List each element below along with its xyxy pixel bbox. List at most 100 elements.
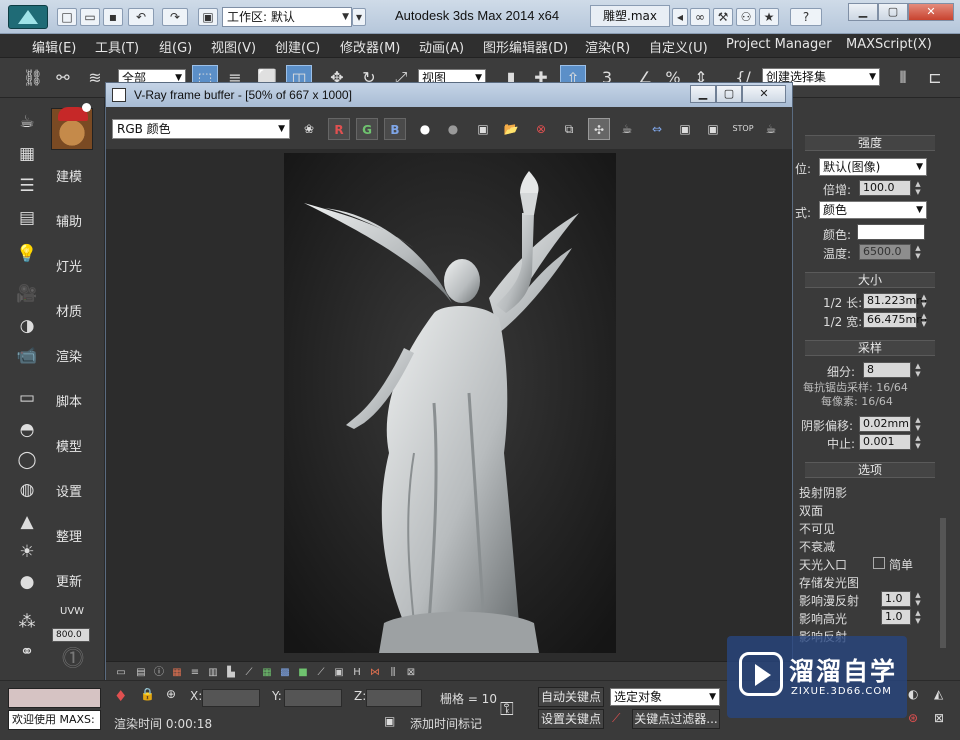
sun-icon[interactable]: ☀ xyxy=(14,540,40,564)
menu-graph-editors[interactable]: 图形编辑器(D) xyxy=(483,37,568,56)
option-affect-specular[interactable]: 影响高光 xyxy=(799,610,847,627)
plane-light-icon[interactable]: ▭ xyxy=(14,386,40,410)
stop-render-icon[interactable]: STOP xyxy=(732,118,754,140)
ambient-light-icon[interactable]: ● xyxy=(14,570,40,594)
spinner-icon[interactable]: ▲ ▼ xyxy=(913,434,923,450)
color-correction-icon[interactable]: ▦ xyxy=(170,666,184,680)
sphere-half-icon[interactable]: ◑ xyxy=(14,314,40,338)
mode-dropdown[interactable]: 颜色 ▼ xyxy=(819,201,927,219)
app-logo-icon[interactable] xyxy=(8,5,48,29)
spinner-icon[interactable]: ▲ ▼ xyxy=(913,244,923,260)
list-icon[interactable]: ☰ xyxy=(14,174,40,198)
option-affect-diffuse[interactable]: 影响漫反射 xyxy=(799,592,859,609)
link-icon[interactable]: ⛓ xyxy=(20,65,46,91)
key-filters-button[interactable]: 关键点过滤器... xyxy=(632,709,720,729)
menu-customize[interactable]: 自定义(U) xyxy=(649,37,708,56)
temperature-field[interactable]: 6500.0 xyxy=(859,244,911,260)
option-double-sided[interactable]: 双面 xyxy=(799,502,823,519)
render-region-icon[interactable]: ▣ xyxy=(674,118,696,140)
option-no-decay[interactable]: 不衰减 xyxy=(799,538,835,555)
video-camera-icon[interactable]: 📹 xyxy=(14,344,40,368)
spinner-icon[interactable]: ▲ ▼ xyxy=(913,180,923,196)
scroll-left-icon[interactable]: ◂ xyxy=(672,8,688,26)
vfb-maximize-button[interactable]: ▢ xyxy=(716,85,742,103)
alpha-white-icon[interactable]: ● xyxy=(414,118,436,140)
save-image-icon[interactable]: ▣ xyxy=(472,118,494,140)
background-image-icon[interactable]: ▩ xyxy=(278,666,292,680)
shadow-bias-field[interactable]: 0.02mm xyxy=(859,416,911,432)
srgb-icon[interactable]: ■ xyxy=(296,666,310,680)
binoculars-icon[interactable]: ∞ xyxy=(690,8,710,26)
panel-scrollbar[interactable] xyxy=(940,518,946,648)
grid-icon[interactable]: ▤ xyxy=(14,206,40,230)
affect-diffuse-field[interactable]: 1.0 xyxy=(881,591,911,607)
cutoff-field[interactable]: 0.001 xyxy=(859,434,911,450)
orbit-icon[interactable]: ◐ xyxy=(908,687,918,701)
monochrome-icon[interactable]: ● xyxy=(442,118,464,140)
key-icon[interactable]: ⚿ xyxy=(500,699,514,720)
spinner-icon[interactable]: ▲ ▼ xyxy=(913,416,923,432)
maximize-button[interactable]: ▢ xyxy=(878,3,908,21)
curve-icon[interactable]: ⟋ xyxy=(242,666,256,680)
welcome-text[interactable]: 欢迎使用 MAXS: xyxy=(8,710,101,730)
left-button-render[interactable]: 渲染 xyxy=(56,346,88,366)
render-region-teapot-icon[interactable]: ☕ xyxy=(616,118,638,140)
mesh-light-icon[interactable]: ◍ xyxy=(14,478,40,502)
dome-light-icon[interactable]: ◓ xyxy=(14,418,40,442)
compare-icon[interactable]: ⫼ xyxy=(386,666,400,680)
left-button-lights[interactable]: 灯光 xyxy=(56,256,88,276)
file-tab[interactable]: 雕塑.max xyxy=(590,5,670,27)
subdivs-field[interactable]: 8 xyxy=(863,362,911,378)
simple-checkbox[interactable] xyxy=(873,557,885,569)
y-coordinate-field[interactable] xyxy=(284,689,342,707)
help-button[interactable]: ? xyxy=(790,8,822,26)
spinner-icon[interactable]: ▲ ▼ xyxy=(913,609,923,625)
align-icon[interactable]: ⊏ xyxy=(922,65,948,91)
molecule-icon[interactable]: ⚭ xyxy=(14,640,40,664)
lock-icon[interactable]: 🔒 xyxy=(140,687,155,701)
green-channel-button[interactable]: G xyxy=(356,118,378,140)
teapot-icon[interactable]: ☕ xyxy=(14,110,40,134)
menu-views[interactable]: 视图(V) xyxy=(211,37,256,56)
histogram-icon[interactable]: ▙ xyxy=(224,666,238,680)
add-time-tag-link[interactable]: 添加时间标记 xyxy=(410,715,482,732)
selection-set-dropdown[interactable]: 选定对象 ▼ xyxy=(610,688,720,706)
minimize-button[interactable]: ▁ xyxy=(848,3,878,21)
z-coordinate-field[interactable] xyxy=(366,689,422,707)
left-button-settings[interactable]: 设置 xyxy=(56,481,88,501)
people-icon[interactable]: ⚇ xyxy=(736,8,756,26)
menu-group[interactable]: 组(G) xyxy=(159,37,192,56)
left-button-modeling[interactable]: 建模 xyxy=(56,166,88,186)
left-button-script[interactable]: 脚本 xyxy=(56,391,88,411)
history-icon[interactable]: ▤ xyxy=(134,666,148,680)
lens-effects-icon[interactable]: ⊠ xyxy=(404,666,418,680)
h-icon[interactable]: H xyxy=(350,666,364,680)
set-key-button[interactable]: 设置关键点 xyxy=(538,709,604,729)
rollout-options[interactable]: 选项 xyxy=(805,462,935,478)
fur-icon[interactable]: ⁂ xyxy=(14,610,40,634)
spinner-icon[interactable]: ▲ ▼ xyxy=(913,591,923,607)
ocio-icon[interactable]: ⟋ xyxy=(314,666,328,680)
left-button-model[interactable]: 模型 xyxy=(56,436,88,456)
half-length-field[interactable]: 81.223mm xyxy=(863,293,927,309)
left-button-update[interactable]: 更新 xyxy=(56,571,88,591)
red-channel-button[interactable]: R xyxy=(328,118,350,140)
half-width-field[interactable]: 66.475mm xyxy=(863,312,927,328)
spinner-icon[interactable]: ▲ ▼ xyxy=(919,293,929,309)
warning-icon[interactable]: ⓵ xyxy=(58,648,88,672)
close-button[interactable]: ✕ xyxy=(908,3,954,21)
workspace-dropdown[interactable]: 工作区: 默认 ▼ xyxy=(222,7,352,27)
left-button-helper[interactable]: 辅助 xyxy=(56,211,88,231)
rollout-size[interactable]: 大小 xyxy=(805,272,935,288)
option-invisible[interactable]: 不可见 xyxy=(799,520,835,537)
link-region-icon[interactable]: ▣ xyxy=(702,118,724,140)
rendered-image[interactable] xyxy=(284,153,616,653)
menu-tools[interactable]: 工具(T) xyxy=(95,37,139,56)
exposure-icon[interactable]: ▦ xyxy=(260,666,274,680)
option-skylight-portal[interactable]: 天光入口 xyxy=(799,556,847,573)
auto-key-button[interactable]: 自动关键点 xyxy=(538,687,604,707)
x-coordinate-field[interactable] xyxy=(202,689,260,707)
field-of-view-icon[interactable]: ◭ xyxy=(934,687,943,701)
new-file-icon[interactable]: □ xyxy=(57,8,77,26)
blue-channel-button[interactable]: B xyxy=(384,118,406,140)
